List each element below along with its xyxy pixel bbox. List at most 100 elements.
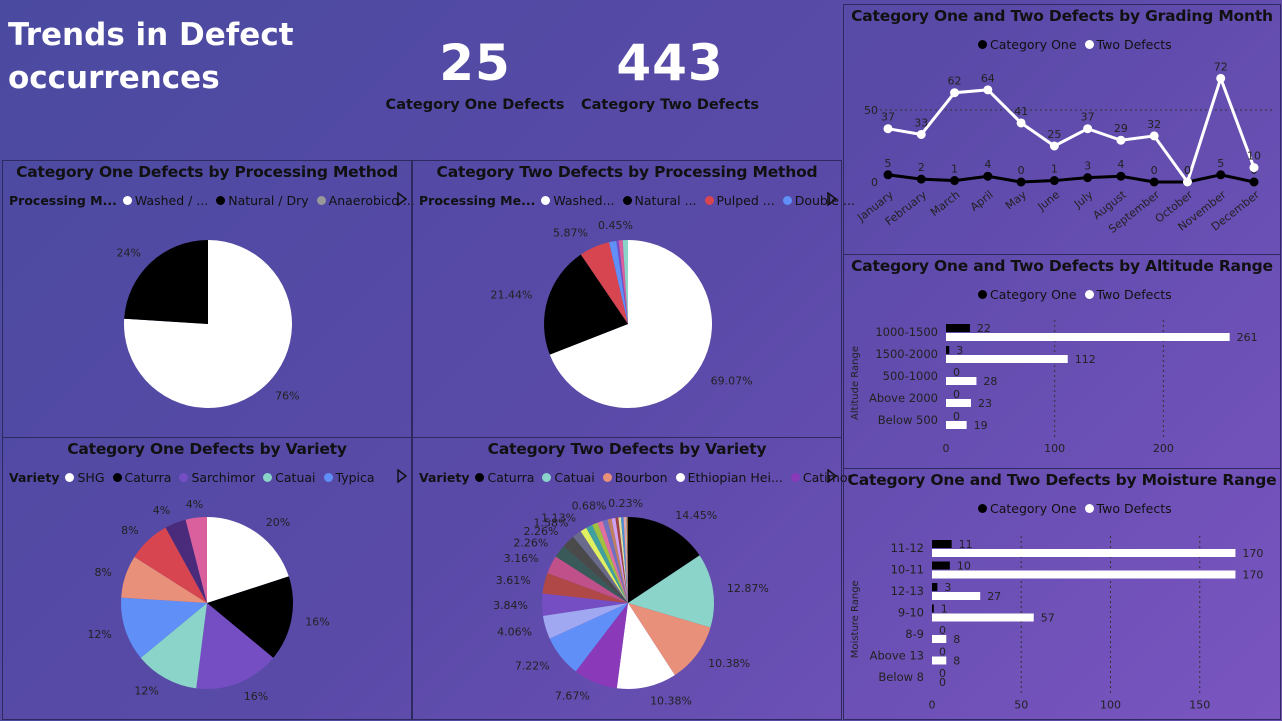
data-label: 41 (1014, 105, 1028, 118)
x-tick-label: May (1003, 188, 1029, 213)
category-label: Below 8 (878, 670, 924, 684)
data-point (883, 170, 893, 180)
panel-c1proc[interactable]: Category One Defects by Processing Metho… (2, 160, 415, 438)
bar (946, 399, 971, 407)
panel-month[interactable]: Category One and Two Defects by Grading … (843, 4, 1281, 255)
series-line (887, 173, 1255, 184)
data-label: 0 (1151, 164, 1158, 177)
pie-label: 4% (153, 504, 170, 517)
bar-chart: 0 100 200Altitude Range1000-1500 222611500-… (850, 320, 1258, 455)
y-tick-label: 0 (871, 176, 878, 189)
data-point (883, 124, 893, 134)
data-point (1216, 73, 1226, 83)
pie-label: 3.16% (504, 552, 539, 565)
data-point (1149, 177, 1159, 187)
data-label: 29 (1114, 122, 1128, 135)
bar-label: 27 (987, 590, 1001, 603)
category-label: 11-12 (891, 541, 924, 555)
bar-label: 8 (953, 655, 960, 668)
panel-c1var[interactable]: Category One Defects by Variety Variety SH… (2, 437, 412, 720)
bar (946, 346, 950, 354)
data-point (983, 171, 993, 181)
pie-label: 1.13% (541, 512, 576, 525)
pie-label: 76% (275, 389, 299, 402)
pie-chart: 76% 24% (116, 240, 300, 408)
data-point (916, 129, 926, 139)
data-label: 25 (1047, 128, 1061, 141)
data-label: 10 (1247, 150, 1261, 163)
pie-label: 16% (244, 690, 268, 703)
data-label: 37 (881, 111, 895, 124)
bar (932, 561, 950, 570)
category-label: Above 2000 (869, 391, 938, 405)
data-label: 37 (1081, 111, 1095, 124)
data-point (1182, 177, 1192, 187)
data-label: 4 (1117, 158, 1124, 171)
panel-c2var[interactable]: Category Two Defects by Variety Variety Ca… (412, 437, 853, 720)
data-point (950, 176, 960, 186)
x-tick-label: 150 (1189, 699, 1210, 712)
category-label: 12-13 (891, 584, 924, 598)
panel-alt[interactable]: Category One and Two Defects by Altitude… (843, 254, 1281, 469)
category-label: 8-9 (905, 627, 924, 641)
page-title: Trends in Defect occurrences (8, 17, 294, 96)
pie-label: 0.45% (598, 219, 633, 232)
bar (932, 583, 938, 591)
pie-label: 0.68% (572, 499, 607, 512)
bar (932, 592, 981, 600)
bar (932, 570, 1236, 579)
bar-label: 23 (978, 397, 992, 410)
data-label: 1 (951, 163, 958, 176)
x-tick-label: 0 (943, 442, 950, 455)
data-point (983, 85, 993, 95)
data-label: 3 (1084, 160, 1091, 173)
x-tick-label: March (928, 188, 962, 219)
data-point (1016, 177, 1026, 187)
bar-chart: 0 50 100 150Moisture Range11-12 1117010-11 10… (850, 536, 1263, 712)
bar (946, 421, 967, 429)
y-tick-label: 50 (864, 104, 878, 117)
bar-label: 170 (1242, 547, 1263, 560)
x-tick-label: July (1071, 188, 1096, 211)
bar (932, 656, 947, 665)
bar-label: 19 (974, 419, 988, 432)
x-tick-label: 50 (1014, 699, 1028, 712)
pie-label: 20% (266, 516, 290, 529)
data-point (1216, 170, 1226, 180)
pie-label: 69.07% (711, 374, 753, 387)
panel-moist[interactable]: Category One and Two Defects by Moisture… (843, 468, 1281, 720)
data-point (1049, 176, 1059, 186)
bar-label: 28 (983, 375, 997, 388)
x-tick-label: 200 (1153, 442, 1174, 455)
data-point (1083, 173, 1093, 183)
pie-label: 4.06% (497, 625, 532, 638)
x-tick-label: 100 (1100, 699, 1121, 712)
data-label: 0 (1184, 164, 1191, 177)
pie-chart: 14.45% 12.87% 10.38% 10.38% 7.67% 7.22% 4.06% 3… (493, 497, 769, 708)
bar (946, 355, 1068, 363)
bar-label: 57 (1041, 612, 1055, 625)
bar (946, 377, 977, 385)
data-point (1083, 124, 1093, 134)
panel-c2proc[interactable]: Category Two Defects by Processing Metho… (412, 160, 855, 438)
data-label: 0 (1018, 164, 1025, 177)
kpi-category-one-value: 25 (439, 34, 511, 92)
data-label: 64 (981, 72, 995, 85)
y-axis-title: Moisture Range (850, 580, 861, 658)
category-label: 1500-2000 (875, 347, 938, 361)
pie-label: 16% (305, 616, 329, 629)
data-label: 5 (1217, 157, 1224, 170)
pie-label: 8% (121, 524, 138, 537)
bar (932, 613, 1034, 622)
category-label: 9-10 (898, 606, 924, 620)
category-label: 500-1000 (883, 369, 938, 383)
data-label: 33 (914, 116, 928, 129)
category-label: 1000-1500 (875, 325, 938, 339)
pie-label: 10.38% (650, 695, 692, 708)
bar (932, 604, 934, 613)
pie-label: 2.26% (513, 537, 548, 550)
pie-chart: 20% 16% 16% 12% 12% 8% 8% 4% 4% (87, 498, 329, 703)
data-label: 4 (984, 158, 991, 171)
bar (946, 333, 1230, 341)
pie-label: 10.38% (708, 657, 750, 670)
